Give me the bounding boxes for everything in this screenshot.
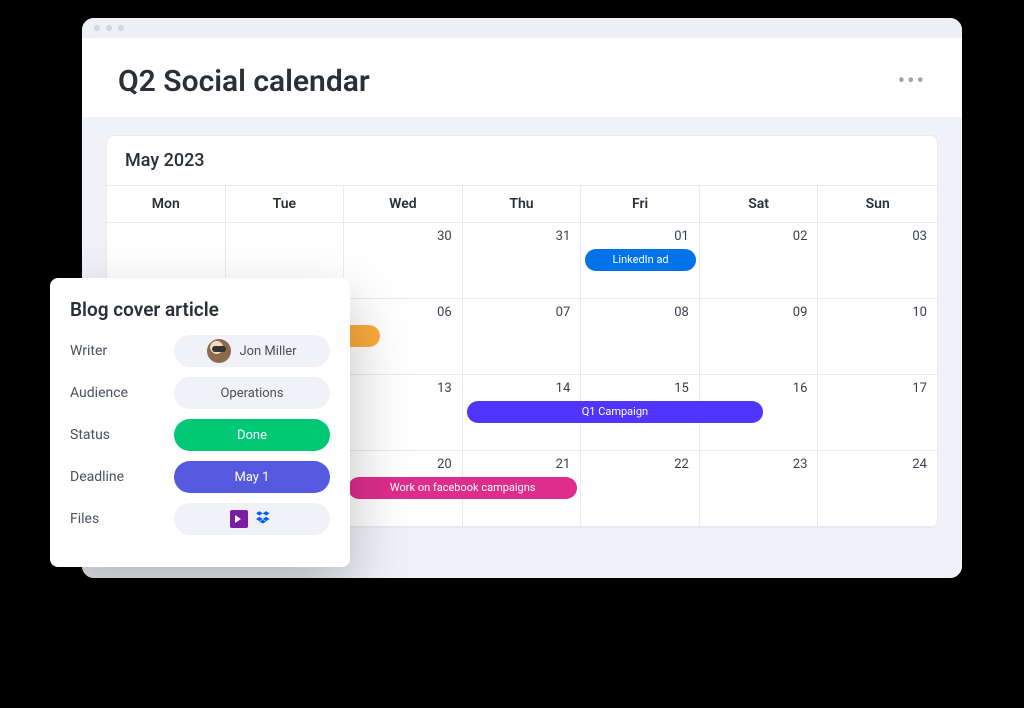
status-value: Done bbox=[237, 428, 267, 443]
files-pill[interactable] bbox=[174, 503, 330, 535]
event-linkedin-ad[interactable]: LinkedIn ad bbox=[585, 249, 696, 271]
day-mon: Mon bbox=[107, 186, 226, 223]
calendar-cell[interactable]: 08 bbox=[581, 299, 700, 375]
calendar-cell[interactable]: 23 bbox=[700, 451, 819, 527]
calendar-cell[interactable]: 22 bbox=[581, 451, 700, 527]
page-header: Q2 Social calendar ••• bbox=[82, 38, 962, 117]
field-label-deadline: Deadline bbox=[70, 469, 160, 485]
field-label-files: Files bbox=[70, 511, 160, 527]
audience-value: Operations bbox=[220, 386, 283, 401]
calendar-month-title: May 2023 bbox=[107, 136, 937, 186]
day-sat: Sat bbox=[700, 186, 819, 223]
field-status: Status Done bbox=[70, 419, 330, 451]
field-label-status: Status bbox=[70, 427, 160, 443]
event-facebook-campaigns[interactable]: Work on facebook campaigns bbox=[348, 477, 577, 499]
calendar-cell[interactable]: 10 bbox=[818, 299, 937, 375]
field-writer: Writer Jon Miller bbox=[70, 335, 330, 367]
field-files: Files bbox=[70, 503, 330, 535]
calendar-cell[interactable]: 30 bbox=[344, 223, 463, 299]
video-file-icon[interactable] bbox=[230, 510, 248, 528]
calendar-cell[interactable]: 07 bbox=[463, 299, 582, 375]
writer-name: Jon Miller bbox=[239, 344, 296, 359]
event-detail-card: Blog cover article Writer Jon Miller Aud… bbox=[50, 278, 350, 567]
audience-pill[interactable]: Operations bbox=[174, 377, 330, 409]
field-audience: Audience Operations bbox=[70, 377, 330, 409]
page-title: Q2 Social calendar bbox=[118, 64, 370, 99]
more-options-icon[interactable]: ••• bbox=[898, 69, 926, 94]
calendar-cell[interactable]: 09 bbox=[700, 299, 819, 375]
calendar-cell[interactable]: 03 bbox=[818, 223, 937, 299]
calendar-cell[interactable]: 02 bbox=[700, 223, 819, 299]
status-pill[interactable]: Done bbox=[174, 419, 330, 451]
card-title: Blog cover article bbox=[70, 298, 330, 321]
day-sun: Sun bbox=[818, 186, 937, 223]
calendar-cell[interactable]: 13 bbox=[344, 375, 463, 451]
calendar-cell[interactable]: 24 bbox=[818, 451, 937, 527]
dropbox-file-icon[interactable] bbox=[256, 510, 274, 528]
day-wed: Wed bbox=[344, 186, 463, 223]
calendar-cell[interactable]: 17 bbox=[818, 375, 937, 451]
day-fri: Fri bbox=[581, 186, 700, 223]
window-titlebar bbox=[82, 18, 962, 38]
writer-pill[interactable]: Jon Miller bbox=[174, 335, 330, 367]
event-q1-campaign[interactable]: Q1 Campaign bbox=[467, 401, 763, 423]
calendar-day-header: Mon Tue Wed Thu Fri Sat Sun bbox=[107, 186, 937, 223]
field-label-writer: Writer bbox=[70, 343, 160, 359]
avatar-icon bbox=[207, 339, 231, 363]
deadline-pill[interactable]: May 1 bbox=[174, 461, 330, 493]
day-thu: Thu bbox=[463, 186, 582, 223]
field-deadline: Deadline May 1 bbox=[70, 461, 330, 493]
day-tue: Tue bbox=[226, 186, 345, 223]
deadline-value: May 1 bbox=[234, 470, 269, 485]
calendar-cell[interactable]: 31 bbox=[463, 223, 582, 299]
field-label-audience: Audience bbox=[70, 385, 160, 401]
